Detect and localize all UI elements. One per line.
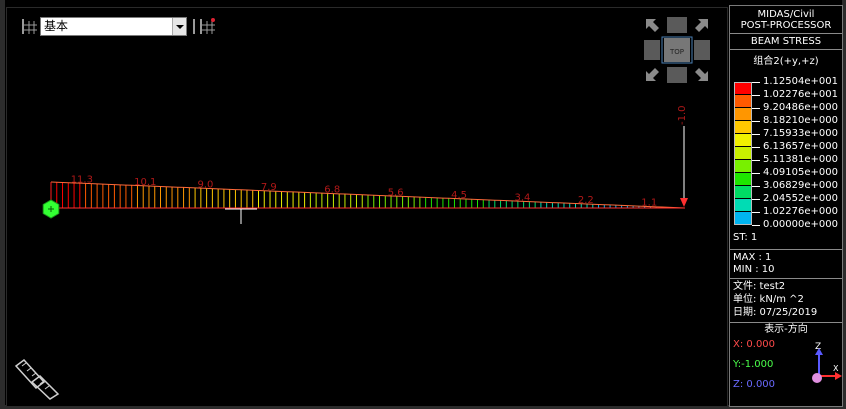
stress-value-label: 7.9 <box>261 182 277 193</box>
load-case-label: 组合2(+y,+z) <box>753 56 819 67</box>
stress-component-icon[interactable] <box>20 17 42 35</box>
direction-x: X: 0.000 <box>733 339 776 350</box>
divider <box>730 33 842 34</box>
load-combination-value: 基本 <box>44 19 69 33</box>
view-cube[interactable]: TOP <box>642 15 712 85</box>
result-type: BEAM STRESS <box>750 36 822 47</box>
window-frame-left <box>0 0 5 409</box>
scale-tick <box>752 173 760 174</box>
scale-value: 1.12504e+001 <box>763 76 838 87</box>
scale-tick <box>752 147 760 148</box>
scale-tick <box>752 108 760 109</box>
legend-panel: MIDAS/Civil POST-PROCESSOR BEAM STRESS 组… <box>729 5 843 407</box>
stress-value-label: 11.3 <box>71 174 93 185</box>
max-label: MAX : 1 <box>733 252 772 263</box>
scale-value: 5.11381e+000 <box>763 154 838 165</box>
scale-value: 7.15933e+000 <box>763 128 838 139</box>
scale-tick <box>752 121 760 122</box>
scale-tick <box>752 134 760 135</box>
scale-tick <box>752 82 760 83</box>
scale-tick <box>752 199 760 200</box>
date-label: 日期: 07/25/2019 <box>733 307 818 318</box>
min-label: MIN : 10 <box>733 264 775 275</box>
scale-value: 1.02276e+001 <box>763 89 838 100</box>
scale-value: 2.04552e+000 <box>763 193 838 204</box>
stress-value-label: 9.0 <box>198 180 214 191</box>
scale-value: 9.20486e+000 <box>763 102 838 113</box>
stress-value-label: 3.4 <box>515 193 531 204</box>
legend-title-line2: POST-PROCESSOR <box>740 20 832 31</box>
divider <box>730 278 842 279</box>
axis-triad-icon: Z X <box>808 339 842 387</box>
unit-label: 单位: kN/m ^2 <box>733 294 804 305</box>
model-viewport[interactable]: 11.3 10.1 9.0 7.9 6.8 5.6 4.5 3.4 2.2 1.1 -1.0 <box>6 7 728 407</box>
scale-value: 0.00000e+000 <box>763 219 838 230</box>
stress-value-label: 5.6 <box>388 187 404 198</box>
scale-tick <box>752 212 760 213</box>
stress-value-label: 1.1 <box>641 198 657 209</box>
chevron-down-icon[interactable] <box>172 18 186 35</box>
load-arrow-head <box>680 198 688 207</box>
direction-z: Z: 0.000 <box>733 379 776 390</box>
load-combination-select[interactable]: 基本 <box>40 17 187 36</box>
stress-component-alt-icon[interactable] <box>192 17 215 35</box>
beam-diagram: 11.3 10.1 9.0 7.9 6.8 5.6 4.5 3.4 2.2 1.1 -1.0 <box>42 105 688 224</box>
direction-y: Y:-1.000 <box>733 359 774 370</box>
divider <box>730 322 842 323</box>
scale-tick <box>752 95 760 96</box>
step-label: ST: 1 <box>733 232 758 243</box>
scale-tick <box>752 160 760 161</box>
divider <box>730 249 842 250</box>
stress-value-label: 2.2 <box>578 195 594 206</box>
color-bar-outline <box>734 82 752 225</box>
scale-value: 8.18210e+000 <box>763 115 838 126</box>
scale-value: 3.06829e+000 <box>763 180 838 191</box>
file-label: 文件: test2 <box>733 281 786 292</box>
stress-value-label: 6.8 <box>324 185 340 196</box>
scale-tick <box>752 186 760 187</box>
view-cube-top-label: TOP <box>669 48 684 56</box>
stress-value-label: 4.5 <box>451 190 467 201</box>
ruler-icon[interactable] <box>14 358 60 400</box>
load-value-label: -1.0 <box>677 105 688 125</box>
stress-value-label: 10.1 <box>134 177 156 188</box>
legend-title-line1: MIDAS/Civil <box>757 9 815 20</box>
direction-title: 表示-方向 <box>764 324 808 335</box>
scale-value: 4.09105e+000 <box>763 167 838 178</box>
scale-value: 6.13657e+000 <box>763 141 838 152</box>
scale-tick <box>752 225 760 226</box>
scale-value: 1.02276e+000 <box>763 206 838 217</box>
divider <box>730 49 842 50</box>
axis-x-label: X <box>833 364 839 373</box>
